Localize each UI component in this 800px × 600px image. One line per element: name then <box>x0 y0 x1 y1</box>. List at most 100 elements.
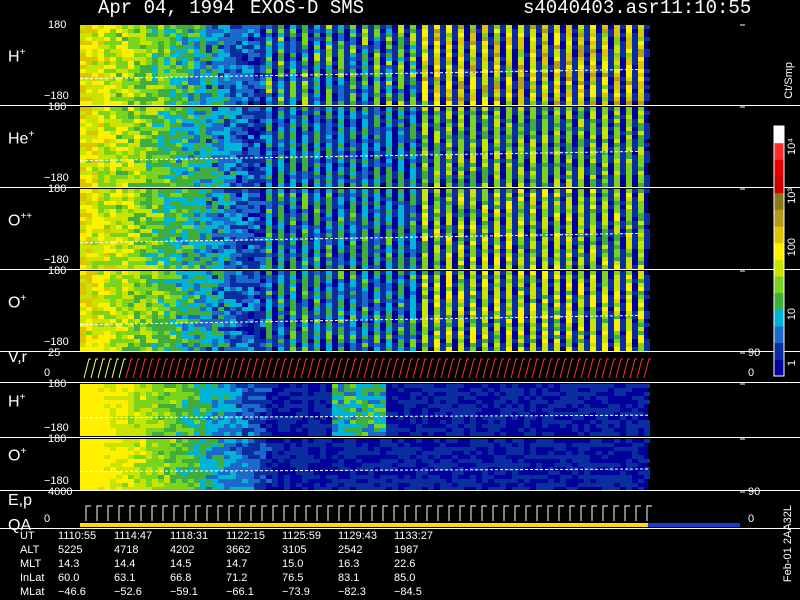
table-cell: −73.9 <box>282 586 310 598</box>
table-cell: 15.0 <box>282 558 304 570</box>
colorbar-tick-label: 10⁴ <box>786 138 798 155</box>
colorbar-segment <box>774 276 784 294</box>
colorbar-tick-label: 10 <box>786 308 798 321</box>
table-cell: −82.3 <box>338 586 366 598</box>
table-row-label: ALT <box>20 544 40 556</box>
colorbar-segment <box>774 359 784 377</box>
table-cell: 14.5 <box>170 558 192 570</box>
panel-label-text: O <box>8 447 21 465</box>
y-top-tick-oplusplus: 180 <box>48 183 67 195</box>
colorbar-segment <box>774 176 784 194</box>
panel-label-text: O <box>8 211 21 229</box>
y2-bottom-tick-ep: 0 <box>748 513 755 525</box>
colorbar-segment <box>774 209 784 227</box>
table-cell: 3105 <box>282 544 307 556</box>
table-cell: 14.7 <box>226 558 248 570</box>
colorbar-segment <box>774 292 784 310</box>
file-title: s4040403.asr <box>523 0 660 19</box>
table-cell: 76.5 <box>282 572 304 584</box>
panel-label-sup: ++ <box>20 210 33 222</box>
table-cell: 4202 <box>170 544 195 556</box>
table-cell: 5225 <box>58 544 83 556</box>
spectrogram-plot <box>0 24 800 529</box>
panel-label-ep: E,p <box>8 492 32 510</box>
y-top-tick-hplus: 180 <box>48 19 67 31</box>
y2-bottom-tick-vr: 0 <box>748 367 755 379</box>
panel-label-text: H <box>8 393 20 411</box>
panel-label-text: V,r <box>8 349 27 366</box>
colorbar <box>773 125 785 377</box>
colorbar-segment <box>774 159 784 177</box>
y-bottom-tick-ep: 0 <box>44 513 51 525</box>
table-cell: 66.8 <box>170 572 192 584</box>
table-cell: 3662 <box>226 544 251 556</box>
panel-label-text: He <box>8 129 29 147</box>
time-title: 11:10:55 <box>660 0 752 19</box>
energy-panel-ep <box>80 492 740 527</box>
colorbar-title: Ct/Smp <box>783 62 795 99</box>
table-cell: 1118:31 <box>170 530 209 542</box>
table-cell: 2542 <box>338 544 363 556</box>
spectrogram-panel-oplusplus <box>79 189 740 269</box>
table-cell: 1125:59 <box>282 530 321 542</box>
y-top-tick-oplus: 180 <box>48 265 67 277</box>
table-cell: −46.6 <box>58 586 86 598</box>
colorbar-segment <box>774 192 784 210</box>
panel-label-sup: + <box>19 392 26 403</box>
colorbar-segment <box>774 126 784 144</box>
table-cell: 83.1 <box>338 572 360 584</box>
table-cell: 14.4 <box>114 558 136 570</box>
table-cell: 1110:55 <box>58 530 97 542</box>
panel-label-vr: V,r <box>8 349 27 367</box>
instrument-title: EXOS-D SMS <box>250 0 365 19</box>
spectrogram-panel-hplus <box>79 25 740 105</box>
colorbar-segment <box>774 326 784 344</box>
panel-label-hplus2: H+ <box>8 392 25 411</box>
table-cell: 63.1 <box>114 572 136 584</box>
y2-top-tick-ep: 90 <box>748 486 761 498</box>
table-row-label: UT <box>20 530 35 542</box>
y-top-tick-oplus2: 180 <box>48 433 67 445</box>
panel-label-text: E,p <box>8 491 33 509</box>
table-cell: 1122:15 <box>226 530 265 542</box>
velocity-panel-vr <box>80 353 740 381</box>
table-row-label: MLat <box>20 586 45 598</box>
panel-label-oplus2: O+ <box>8 446 26 465</box>
panel-label-sup: + <box>19 46 26 58</box>
side-label: Feb-01 2AA32L <box>782 505 794 583</box>
y-top-tick-ep: 4000 <box>48 486 73 498</box>
spectrogram-panel-heplus <box>79 107 740 187</box>
panel-label-oplus: O+ <box>8 293 26 312</box>
panel-label-oplusplus: O++ <box>8 211 32 230</box>
table-cell: −59.1 <box>170 586 198 598</box>
table-cell: 1114:47 <box>114 530 153 542</box>
panel-label-sup: + <box>20 446 27 457</box>
table-cell: −52.6 <box>114 586 142 598</box>
table-cell: 71.2 <box>226 572 248 584</box>
table-row-label: MLT <box>20 558 42 570</box>
table-cell: 22.6 <box>394 558 416 570</box>
table-cell: 60.0 <box>58 572 80 584</box>
spectrogram-panel-hplus2 <box>79 384 740 436</box>
spectrogram-panel-oplus <box>79 271 740 351</box>
colorbar-tick-label: 10³ <box>786 188 798 204</box>
table-cell: 4718 <box>114 544 139 556</box>
table-cell: 1987 <box>394 544 419 556</box>
table-cell: 1129:43 <box>338 530 377 542</box>
y-top-tick-heplus: 180 <box>48 101 67 113</box>
table-cell: −66.1 <box>226 586 254 598</box>
panel-label-hplus: H+ <box>8 47 25 66</box>
y2-top-tick-vr: 90 <box>748 347 761 359</box>
colorbar-segment <box>774 226 784 244</box>
table-row-label: InLat <box>20 572 45 584</box>
panel-label-sup: + <box>28 128 35 140</box>
table-cell: 16.3 <box>338 558 360 570</box>
colorbar-segment <box>774 242 784 260</box>
colorbar-tick-label: 1 <box>786 360 798 367</box>
panel-label-text: O <box>8 293 21 311</box>
colorbar-tick-label: 100 <box>786 238 798 257</box>
panel-label-sup: + <box>20 292 27 304</box>
spectrogram-panel-oplus2 <box>79 439 740 491</box>
colorbar-segment <box>774 142 784 160</box>
y-top-tick-hplus2: 180 <box>48 378 67 390</box>
